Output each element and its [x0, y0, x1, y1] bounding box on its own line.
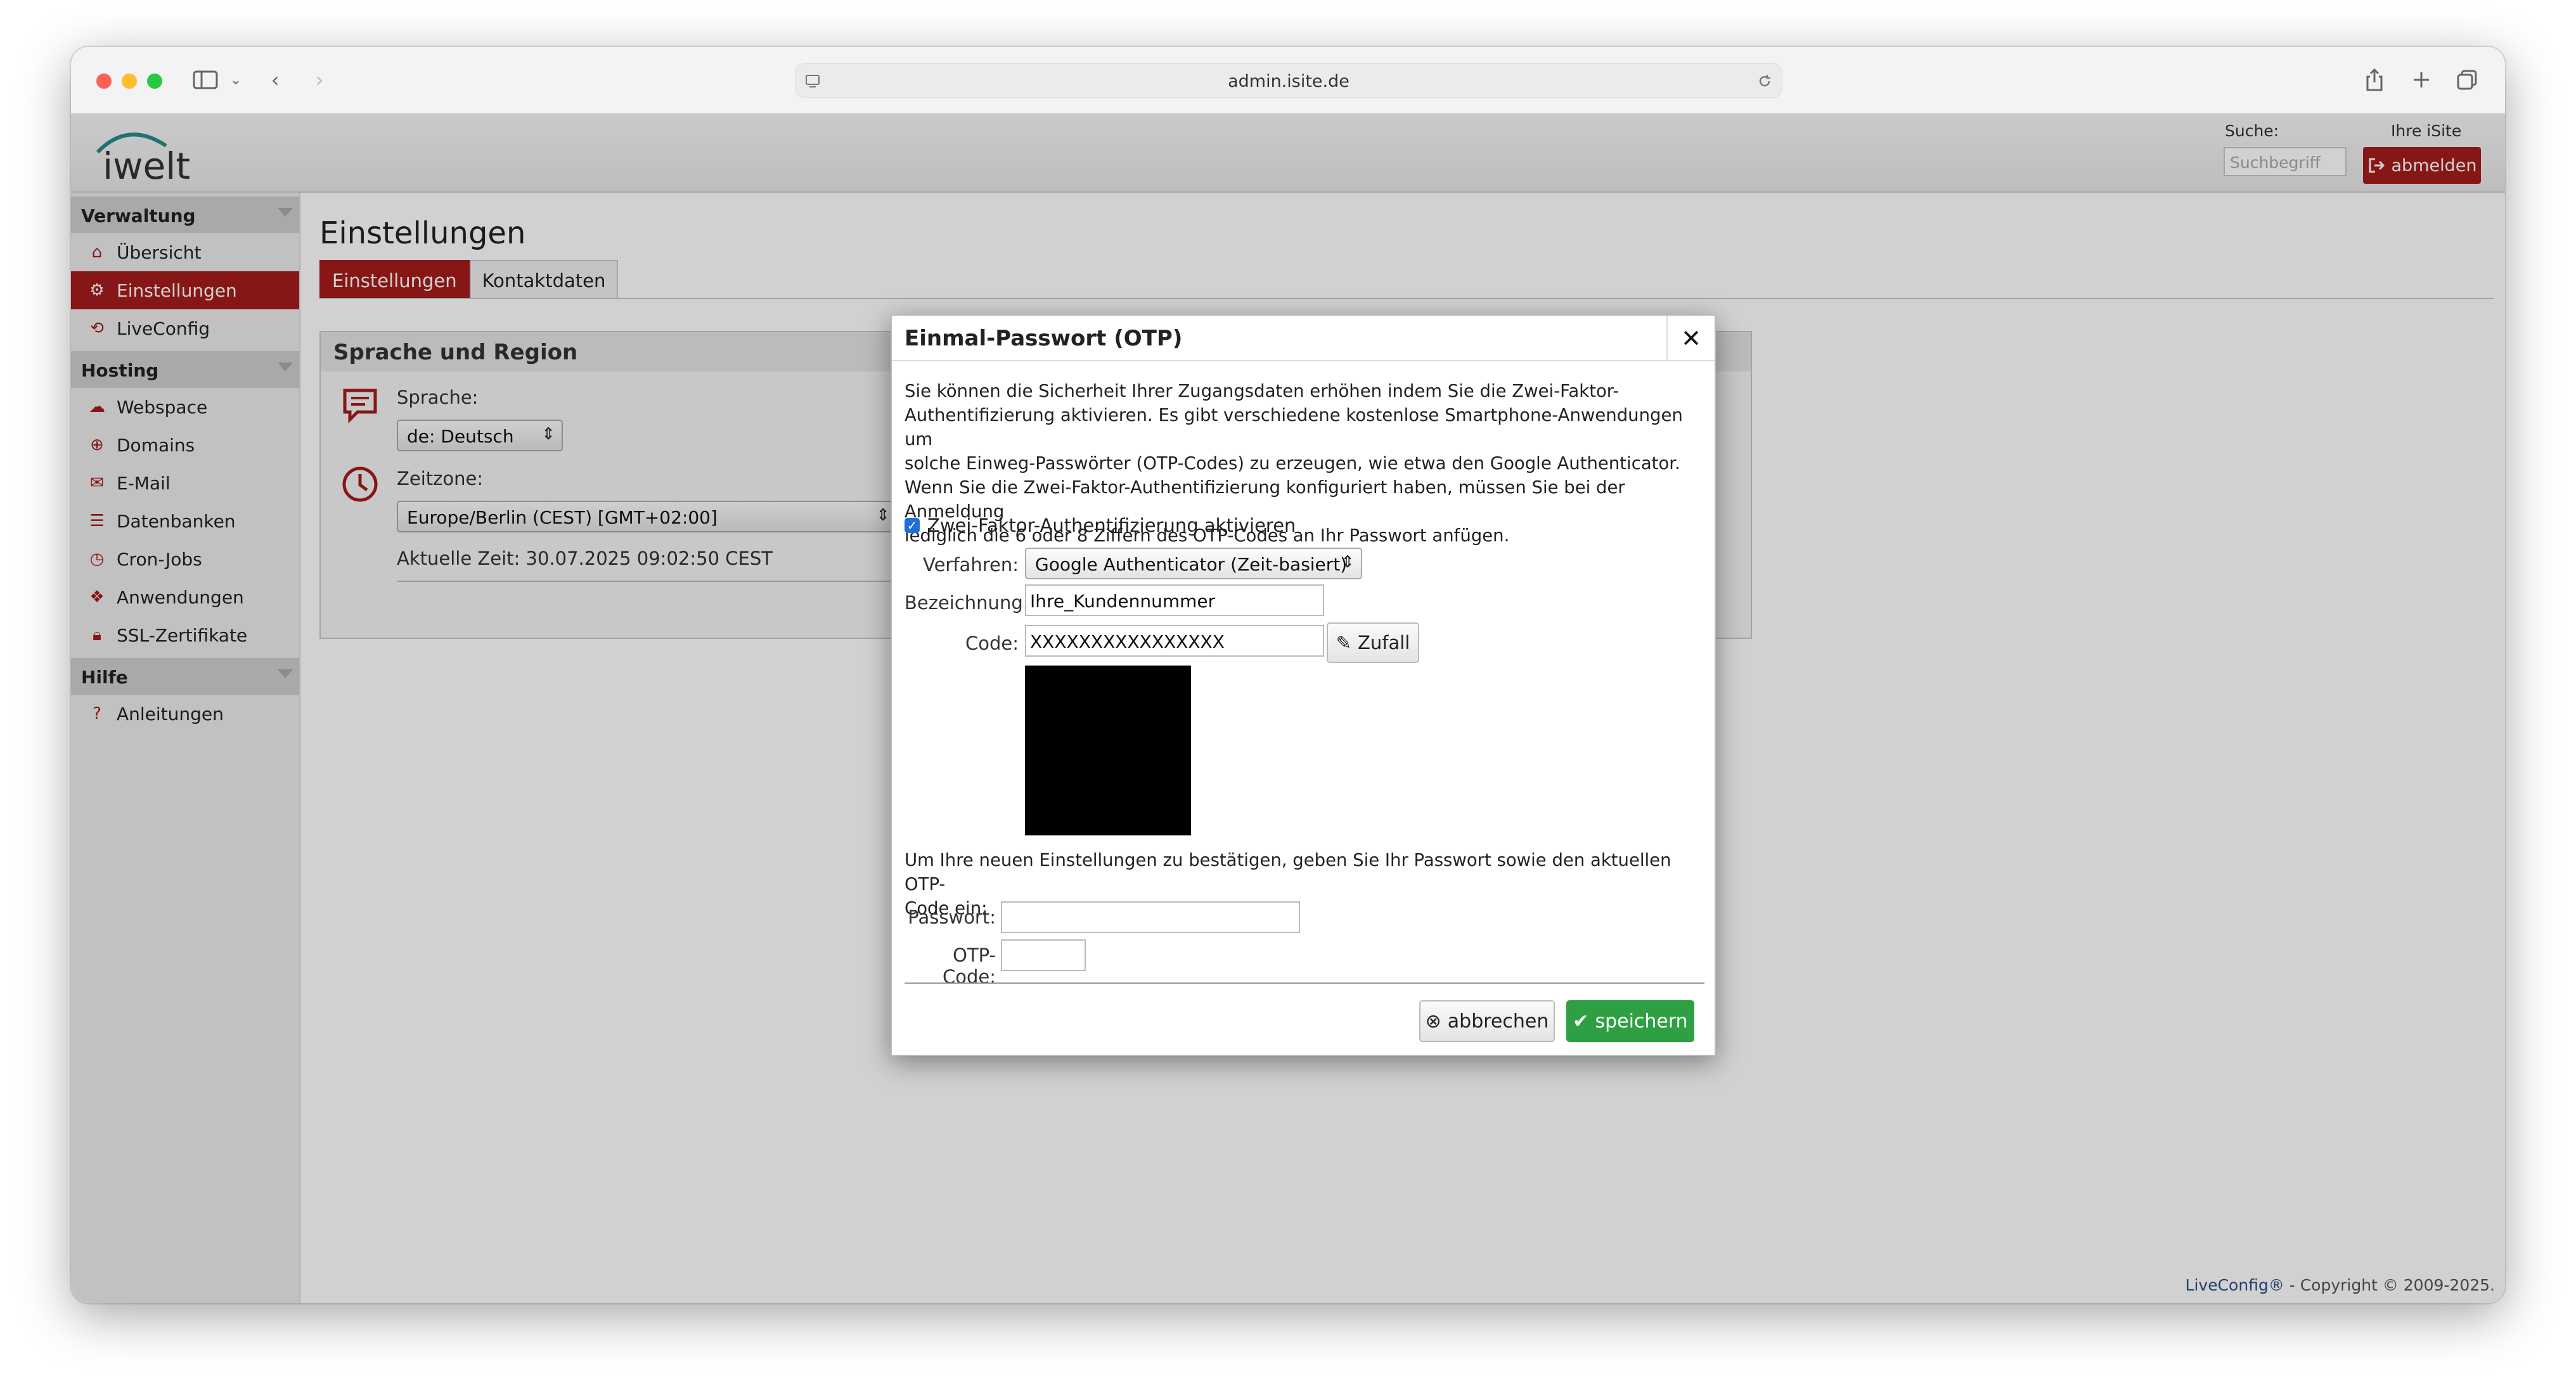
enable-2fa-label: Zwei-Faktor-Authentifizierung aktivieren	[927, 515, 1296, 536]
code-label: Code:	[965, 633, 1019, 654]
browser-window: ⌄ ‹ › admin.isite.de iwelt Suche: Suchbe…	[71, 47, 2505, 1303]
page-content: iwelt Suche: Suchbegriff Ihre iSite abme…	[71, 114, 2505, 1303]
otp-input[interactable]	[1001, 939, 1086, 971]
intro-line: Authentifizierung aktivieren. Es gibt ve…	[905, 405, 1683, 449]
maximize-window-button[interactable]	[147, 74, 162, 89]
new-tab-icon[interactable]	[2407, 66, 2435, 94]
cancel-label: abbrechen	[1447, 1010, 1549, 1033]
name-input[interactable]: Ihre_Kundennummer	[1025, 584, 1324, 616]
close-window-button[interactable]	[96, 74, 112, 89]
code-input[interactable]: XXXXXXXXXXXXXXXX	[1025, 625, 1324, 657]
name-label: Bezeichnung:	[905, 592, 1029, 614]
tab-overview-icon[interactable]	[2453, 66, 2481, 94]
select-arrows-icon: ⇕	[1341, 553, 1355, 572]
dialog-title: Einmal-Passwort (OTP)	[892, 316, 1715, 361]
browser-toolbar: ⌄ ‹ › admin.isite.de	[71, 47, 2505, 114]
checkmark-icon: ✔	[1573, 1010, 1589, 1033]
intro-line: Sie können die Sicherheit Ihrer Zugangsd…	[905, 381, 1620, 401]
save-button[interactable]: ✔ speichern	[1566, 1000, 1694, 1042]
address-bar[interactable]: admin.isite.de	[795, 63, 1782, 98]
cancel-icon: ⊗	[1425, 1010, 1441, 1033]
random-code-button[interactable]: ✎ Zufall	[1327, 622, 1419, 663]
chevron-down-icon[interactable]: ⌄	[222, 66, 250, 94]
password-label: Passwort:	[908, 906, 996, 928]
forward-icon[interactable]: ›	[306, 66, 333, 94]
dialog-footer-divider	[905, 982, 1704, 984]
enable-2fa-checkbox[interactable]: ✓	[905, 518, 920, 533]
method-label: Verfahren:	[923, 554, 1019, 576]
otp-label: OTP-Code:	[942, 944, 996, 988]
method-value: Google Authenticator (Zeit-basiert)	[1035, 554, 1348, 575]
method-select[interactable]: Google Authenticator (Zeit-basiert) ⇕	[1025, 548, 1362, 579]
cancel-button[interactable]: ⊗ abbrechen	[1419, 1000, 1555, 1042]
enable-2fa-row[interactable]: ✓ Zwei-Faktor-Authentifizierung aktivier…	[905, 515, 1296, 536]
password-input[interactable]	[1001, 901, 1300, 933]
dialog-close-button[interactable]: ✕	[1666, 316, 1715, 361]
url-text: admin.isite.de	[1228, 72, 1349, 91]
intro-line: solche Einweg-Passwörter (OTP-Codes) zu …	[905, 453, 1680, 473]
magic-wand-icon: ✎	[1336, 632, 1351, 653]
share-icon[interactable]	[2360, 66, 2388, 94]
close-icon: ✕	[1681, 325, 1701, 352]
confirm-line: Um Ihre neuen Einstellungen zu bestätige…	[905, 850, 1671, 894]
back-icon[interactable]: ‹	[261, 66, 289, 94]
sidebar-toggle-icon[interactable]	[191, 66, 219, 94]
random-label: Zufall	[1357, 632, 1410, 653]
save-label: speichern	[1595, 1010, 1688, 1033]
qr-code-image	[1025, 666, 1191, 835]
reload-icon[interactable]	[1756, 73, 1773, 89]
minimize-window-button[interactable]	[122, 74, 137, 89]
otp-dialog: Einmal-Passwort (OTP) ✕ Sie können die S…	[891, 314, 1716, 1056]
